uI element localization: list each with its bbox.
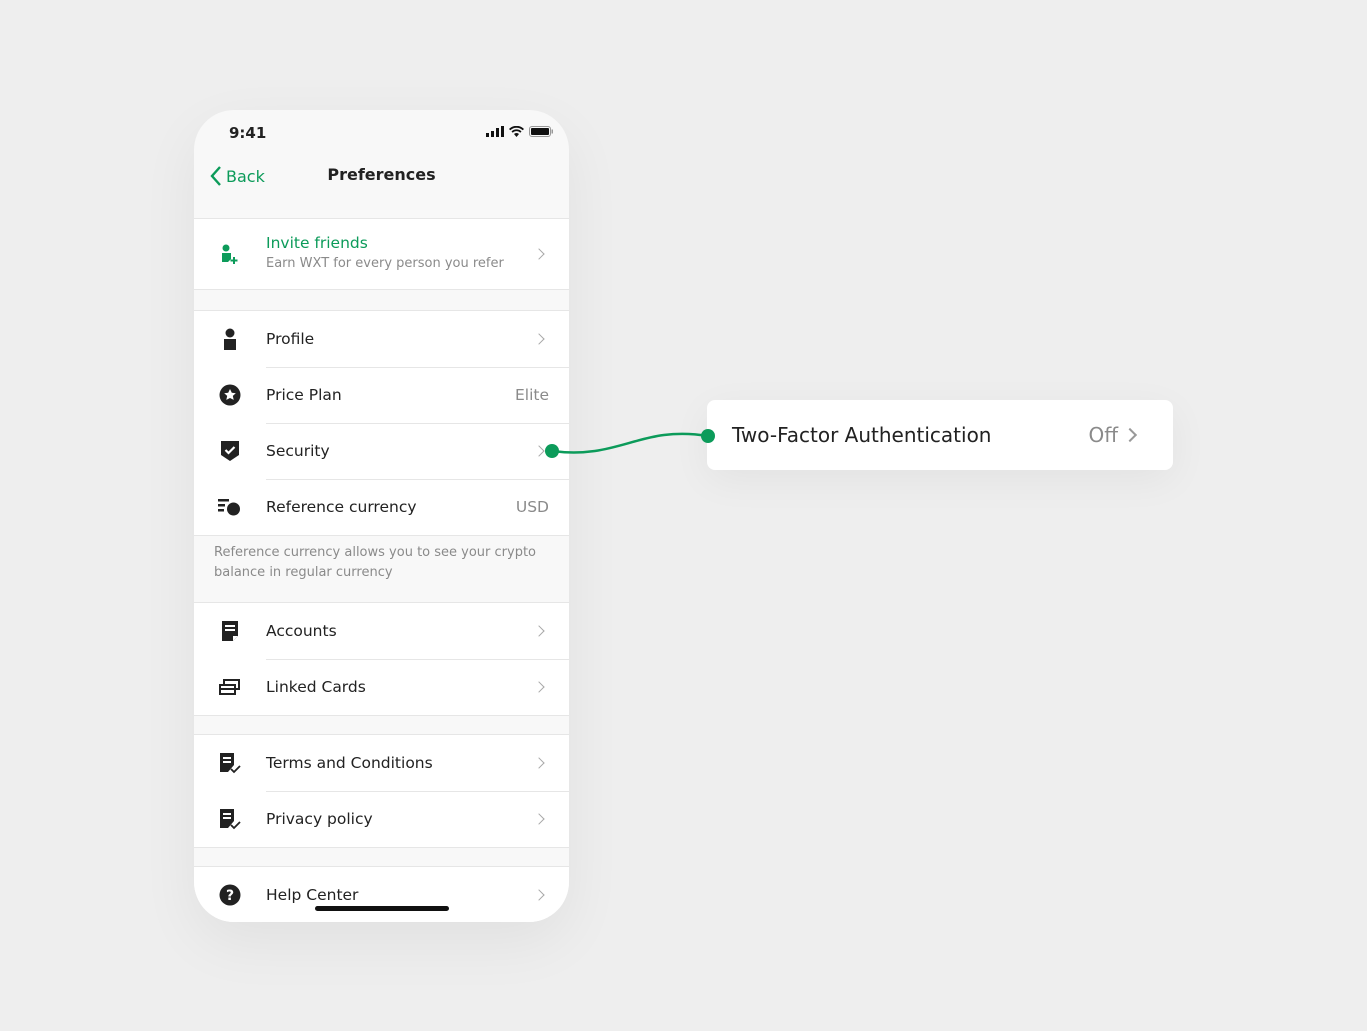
two-factor-label: Two-Factor Authentication	[732, 423, 992, 447]
two-factor-card[interactable]: Two-Factor Authentication Off	[707, 400, 1173, 470]
connector-line	[545, 432, 709, 458]
two-factor-value: Off	[1088, 423, 1118, 447]
chevron-right-icon	[1122, 427, 1138, 443]
connector-start-dot	[545, 444, 559, 458]
